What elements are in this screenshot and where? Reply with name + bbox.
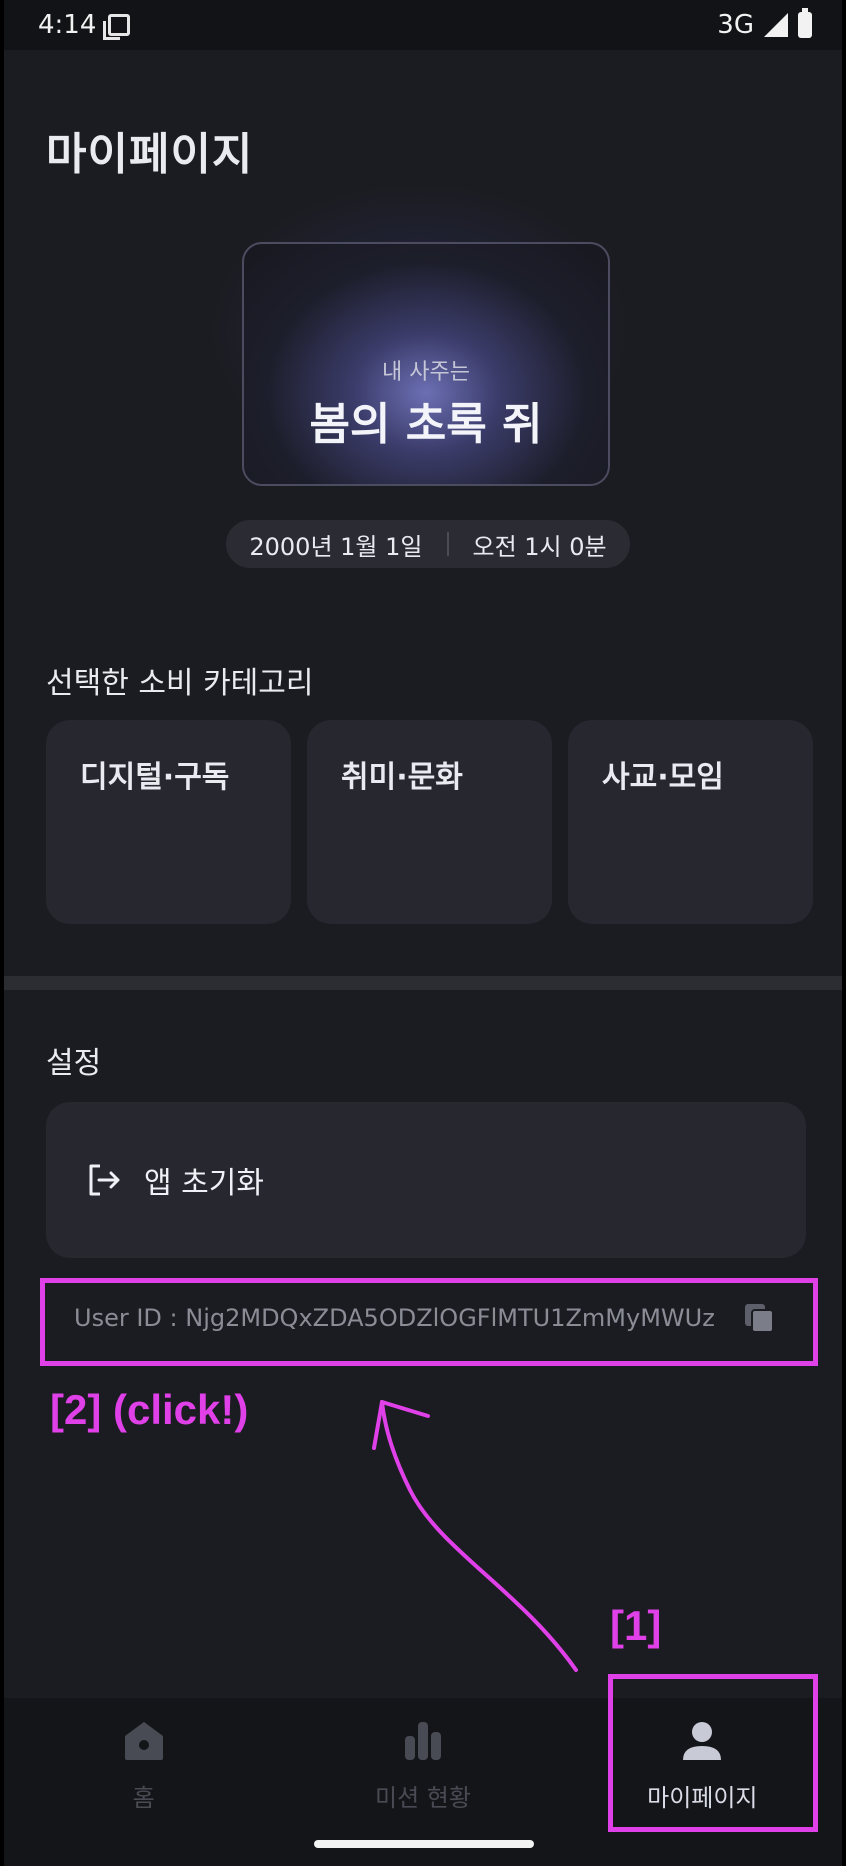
nav-label-home: 홈: [132, 1784, 155, 1812]
nav-item-home[interactable]: 홈: [4, 1698, 283, 1866]
category-card-social[interactable]: 사교·모임: [568, 720, 813, 924]
clipboard-notification-icon: [103, 14, 131, 40]
battery-icon: [798, 8, 812, 38]
saju-result: 봄의 초록 쥐: [309, 399, 543, 450]
birth-date: 2000년 1월 1일: [249, 532, 423, 561]
home-icon: [124, 1722, 163, 1760]
home-indicator[interactable]: [314, 1840, 534, 1848]
annotation-box-user-id: [40, 1278, 818, 1366]
category-card-digital[interactable]: 디지털·구독: [46, 720, 291, 924]
page-title: 마이페이지: [46, 129, 254, 180]
status-right: 3G: [717, 8, 812, 40]
bar-chart-icon: [404, 1722, 441, 1760]
saju-card: 내 사주는 봄의 초록 쥐: [242, 242, 610, 486]
saju-subtitle: 내 사주는: [382, 360, 470, 385]
nav-label-mission: 미션 현황: [375, 1784, 471, 1812]
app-screen: 4:14 3G 마이페이지 내 사주는 봄의 초록 쥐 2000년 1월 1일 …: [4, 0, 842, 1866]
section-divider: [4, 976, 842, 990]
categories-title: 선택한 소비 카테고리: [46, 666, 314, 701]
status-left: 4:14: [38, 10, 131, 40]
annotation-step2-label: [2] (click!): [50, 1386, 249, 1433]
signal-icon: [764, 13, 788, 37]
annotation-box-mypage-tab: [608, 1674, 818, 1832]
birth-time: 오전 1시 0분: [472, 532, 607, 561]
logout-icon: [89, 1164, 120, 1196]
app-reset-label: 앱 초기화: [144, 1166, 264, 1201]
category-list: 디지털·구독 취미·문화 사교·모임: [46, 720, 813, 924]
settings-title: 설정: [46, 1046, 102, 1081]
annotation-step1-label: [1]: [610, 1602, 662, 1649]
status-bar: 4:14 3G: [4, 0, 842, 50]
app-reset-button[interactable]: 앱 초기화: [46, 1102, 806, 1258]
category-card-hobby[interactable]: 취미·문화: [307, 720, 552, 924]
birth-separator: [446, 532, 449, 556]
network-type: 3G: [717, 10, 754, 40]
status-time: 4:14: [38, 10, 97, 40]
birth-info-pill: 2000년 1월 1일 오전 1시 0분: [226, 520, 630, 568]
